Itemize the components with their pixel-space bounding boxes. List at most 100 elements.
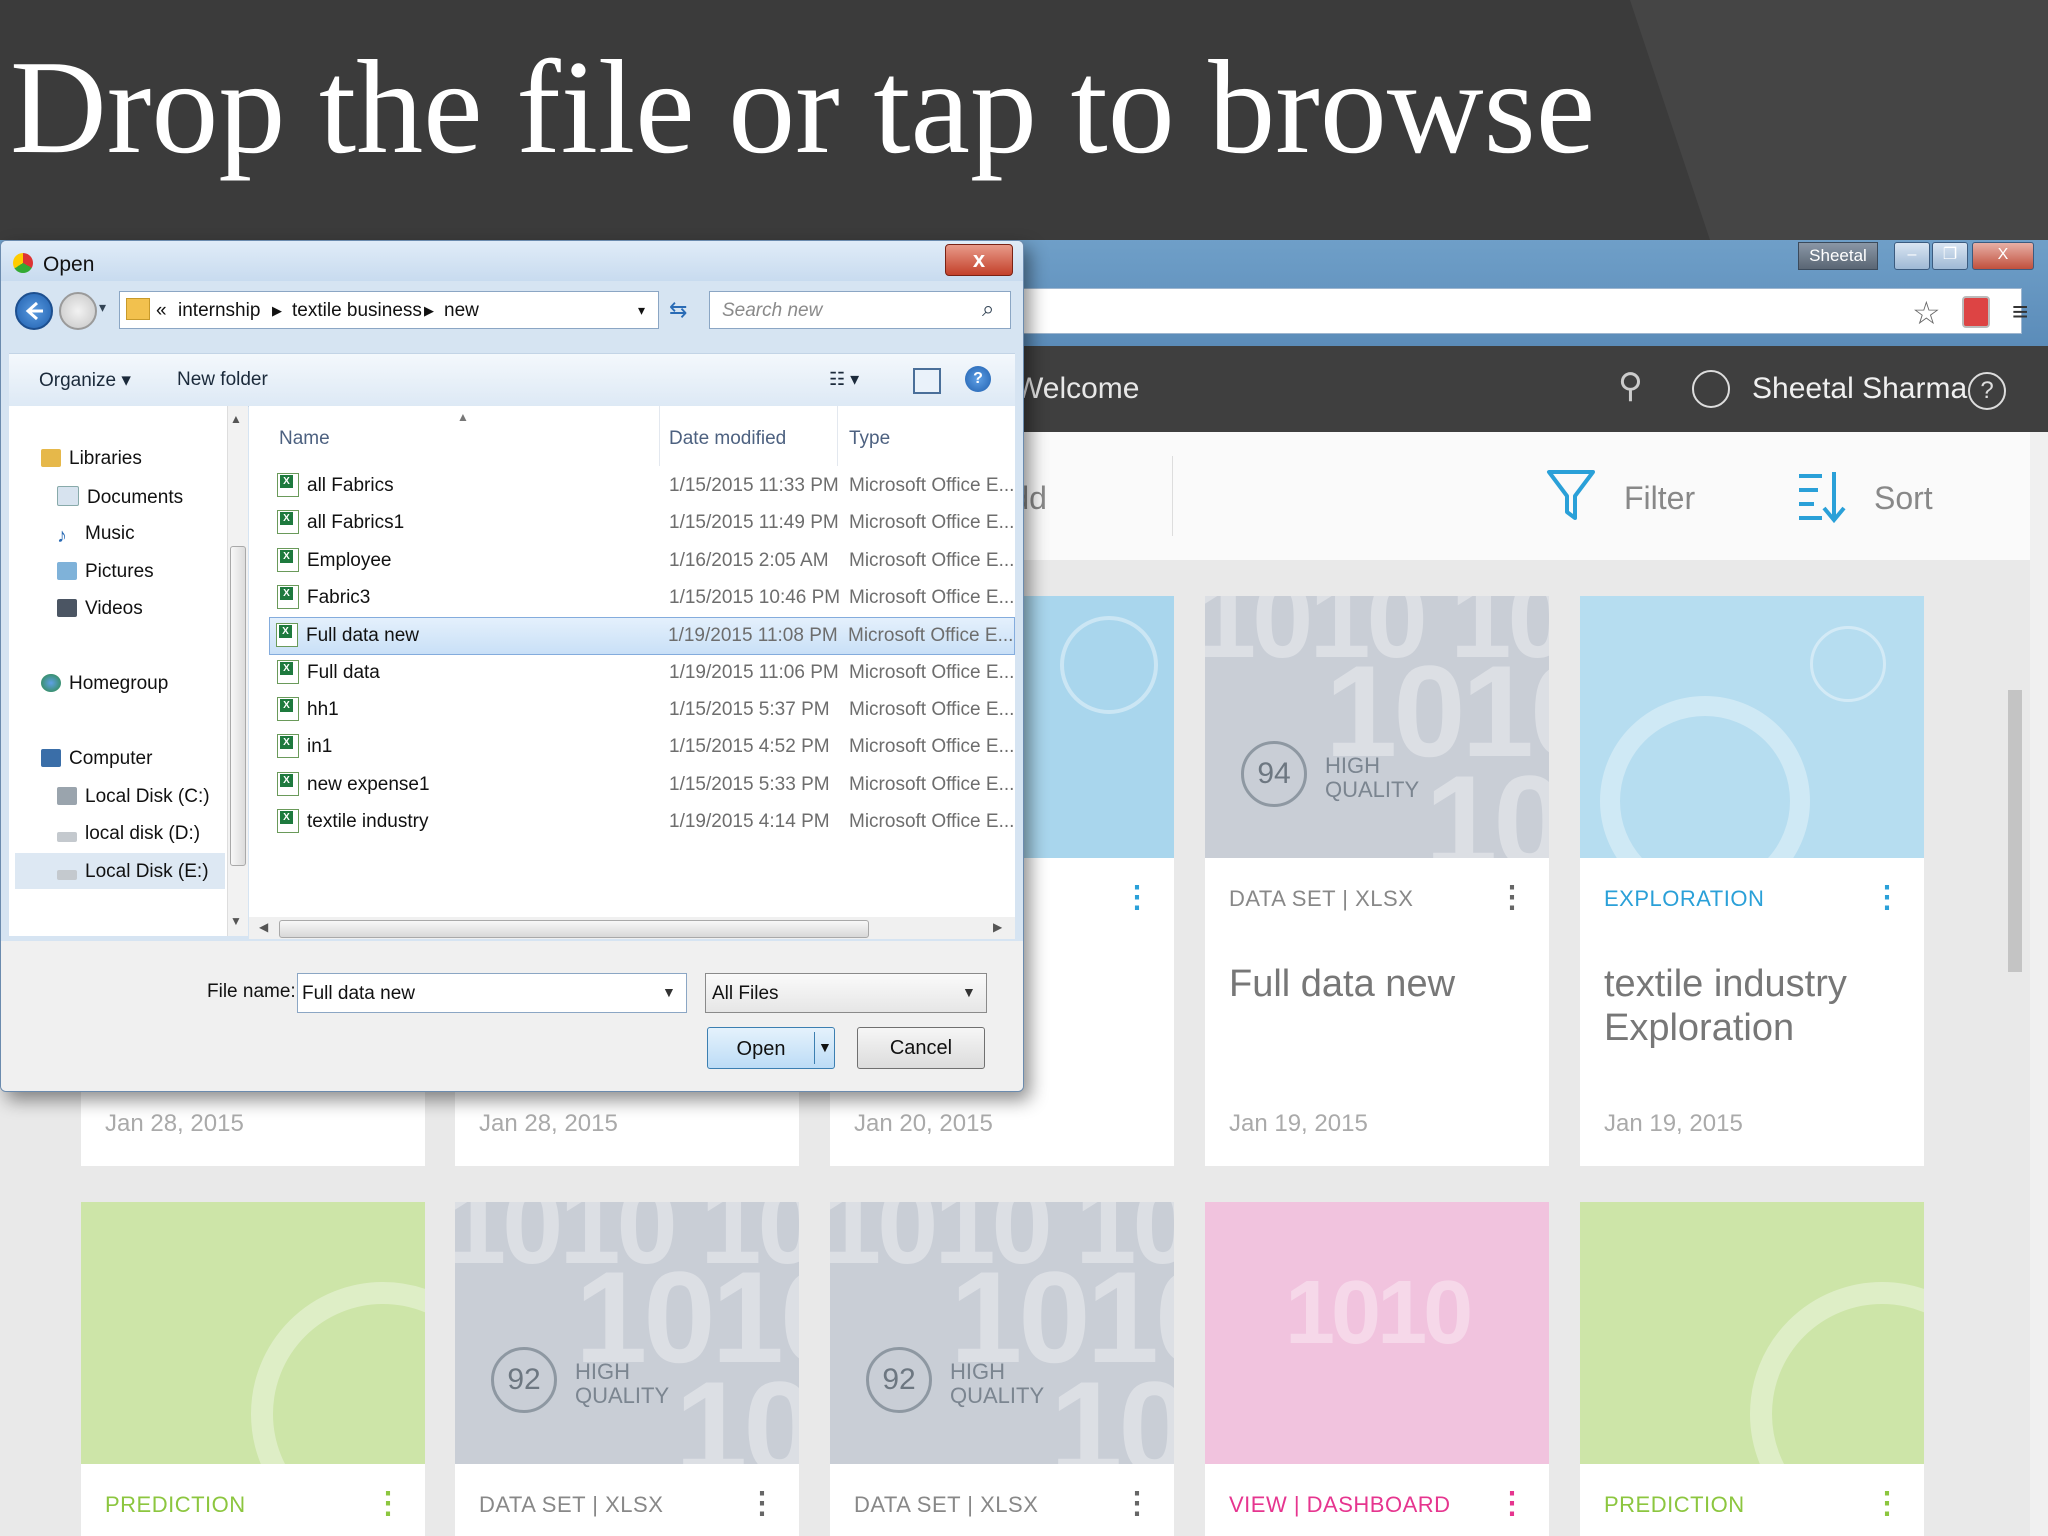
nav-item-pictures[interactable]: Pictures bbox=[57, 561, 154, 583]
organize-button[interactable]: Organize ▾ bbox=[39, 369, 131, 392]
nav-item-videos[interactable]: Videos bbox=[57, 598, 143, 620]
file-name-input[interactable]: Full data new ▼ bbox=[297, 973, 687, 1013]
page-scroll-thumb[interactable] bbox=[2008, 690, 2022, 972]
star-icon[interactable]: ☆ bbox=[1912, 294, 1941, 332]
column-header-date[interactable]: Date modified bbox=[669, 428, 786, 450]
refresh-icon[interactable]: ⇆ bbox=[669, 297, 687, 323]
file-type-select[interactable]: All Files ▼ bbox=[705, 973, 987, 1013]
help-icon[interactable]: ? bbox=[1968, 372, 2006, 410]
hscroll-thumb[interactable] bbox=[279, 920, 869, 938]
file-date: 1/15/2015 5:33 PM bbox=[669, 774, 830, 795]
menu-icon[interactable]: ≡ bbox=[2012, 296, 2028, 328]
file-row[interactable]: in1 1/15/2015 4:52 PM Microsoft Office E..… bbox=[271, 729, 1015, 765]
sort-button[interactable]: Sort bbox=[1874, 480, 1933, 517]
nav-item-drive-d[interactable]: local disk (D:) bbox=[57, 823, 200, 845]
card-item[interactable]: 1010 1010 1010 101 94 HIGH QUALITY DATA … bbox=[1205, 596, 1549, 1166]
history-dropdown-icon[interactable]: ▾ bbox=[99, 299, 106, 316]
minimize-button[interactable]: – bbox=[1894, 242, 1930, 270]
card-menu-icon[interactable]: ⋮ bbox=[1497, 880, 1527, 915]
view-options-icon[interactable]: ☷ ▾ bbox=[829, 369, 859, 390]
card-menu-icon[interactable]: ⋮ bbox=[1872, 880, 1902, 915]
nav-item-drive-c[interactable]: Local Disk (C:) bbox=[57, 786, 210, 808]
card-item[interactable]: 1010 1010 1010 101 92 HIGH QUALITY DATA … bbox=[830, 1202, 1174, 1536]
restore-button[interactable]: ❐ bbox=[1932, 242, 1968, 270]
card-item[interactable]: 1010 VIEW | DASHBOARD ⋮ bbox=[1205, 1202, 1549, 1536]
nav-item-music[interactable]: ♪ Music bbox=[57, 523, 135, 547]
card-item[interactable]: PREDICTION ⋮ bbox=[81, 1202, 425, 1536]
card-menu-icon[interactable]: ⋮ bbox=[1122, 880, 1152, 915]
breadcrumb-item[interactable]: new bbox=[444, 300, 479, 322]
card-item[interactable]: EXPLORATION ⋮ textile industry Explorati… bbox=[1580, 596, 1924, 1166]
card-menu-icon[interactable]: ⋮ bbox=[1497, 1486, 1527, 1521]
column-header-name[interactable]: Name bbox=[279, 428, 330, 450]
nav-item-drive-e[interactable]: Local Disk (E:) bbox=[15, 853, 225, 889]
card-menu-icon[interactable]: ⋮ bbox=[1122, 1486, 1152, 1521]
file-type-dropdown-icon[interactable]: ▼ bbox=[962, 984, 976, 1000]
file-row[interactable]: new expense1 1/15/2015 5:33 PM Microsoft O… bbox=[271, 767, 1015, 803]
breadcrumb-arrow-icon[interactable]: ▶ bbox=[272, 303, 282, 319]
browser-user-tag[interactable]: Sheetal bbox=[1798, 242, 1878, 270]
nav-item-computer[interactable]: Computer bbox=[41, 748, 152, 770]
card-date: Jan 19, 2015 bbox=[1604, 1110, 1743, 1137]
back-icon[interactable] bbox=[15, 292, 53, 330]
new-folder-button[interactable]: New folder bbox=[177, 369, 268, 391]
file-row[interactable]: all Fabrics 1/15/2015 11:33 PM Microsoft O… bbox=[271, 468, 1015, 504]
card-menu-icon[interactable]: ⋮ bbox=[747, 1486, 777, 1521]
nav-pane-scrollbar[interactable]: ▲ ▼ bbox=[227, 406, 248, 936]
open-button-label: Open bbox=[736, 1038, 786, 1060]
file-type: Microsoft Office E... bbox=[849, 811, 1015, 832]
excel-file-icon bbox=[277, 697, 299, 721]
breadcrumb-arrow-icon[interactable]: ▶ bbox=[424, 303, 434, 319]
search-icon[interactable]: ⌕ bbox=[982, 296, 994, 322]
dialog-close-button[interactable]: x bbox=[945, 244, 1013, 276]
file-type: Microsoft Office E... bbox=[849, 662, 1015, 683]
file-list: Name ▲ Date modified Type all Fabrics 1/1… bbox=[249, 406, 1015, 936]
open-dropdown-icon[interactable]: ▼ bbox=[818, 1039, 832, 1055]
card-menu-icon[interactable]: ⋮ bbox=[1872, 1486, 1902, 1521]
file-row[interactable]: all Fabrics1 1/15/2015 11:49 PM Microsoft … bbox=[271, 505, 1015, 541]
user-avatar-icon[interactable] bbox=[1692, 370, 1730, 408]
nav-item-homegroup[interactable]: Homegroup bbox=[41, 673, 168, 695]
homegroup-icon bbox=[41, 674, 61, 692]
nav-item-documents[interactable]: Documents bbox=[57, 486, 183, 509]
card-menu-icon[interactable]: ⋮ bbox=[373, 1486, 403, 1521]
documents-icon bbox=[57, 486, 79, 506]
file-row[interactable]: Full data 1/19/2015 11:06 PM Microsoft Off… bbox=[271, 655, 1015, 691]
file-row[interactable]: Fabric3 1/15/2015 10:46 PM Microsoft Offic… bbox=[271, 580, 1015, 616]
filter-icon[interactable] bbox=[1546, 468, 1596, 524]
extension-icon[interactable] bbox=[1962, 296, 1990, 328]
file-name-dropdown-icon[interactable]: ▼ bbox=[662, 984, 676, 1000]
sort-icon[interactable] bbox=[1796, 468, 1846, 524]
preview-pane-icon[interactable] bbox=[913, 368, 941, 394]
file-row-selected[interactable]: Full data new 1/19/2015 11:08 PM Microsoft… bbox=[269, 617, 1015, 655]
breadcrumb-item[interactable]: internship bbox=[178, 300, 260, 322]
file-row[interactable]: Employee 1/16/2015 2:05 AM Microsoft Offic… bbox=[271, 543, 1015, 579]
search-input[interactable]: Search new ⌕ bbox=[709, 291, 1011, 329]
help-icon[interactable]: ? bbox=[965, 366, 991, 392]
libraries-icon bbox=[41, 449, 61, 467]
quality-label: HIGH QUALITY bbox=[575, 1359, 670, 1408]
dialog-titlebar[interactable]: Open x bbox=[1, 241, 1023, 281]
breadcrumb-item[interactable]: textile business bbox=[292, 300, 422, 322]
folder-icon bbox=[126, 298, 150, 320]
file-row[interactable]: textile industry 1/19/2015 4:14 PM Microso… bbox=[271, 804, 1015, 840]
breadcrumb-prefix[interactable]: « bbox=[156, 300, 167, 322]
user-name[interactable]: Sheetal Sharma bbox=[1752, 372, 1967, 406]
page-scrollbar[interactable] bbox=[2030, 432, 2048, 1536]
excel-file-icon bbox=[277, 585, 299, 609]
card-item[interactable]: 1010 1010 1010 101 92 HIGH QUALITY DATA … bbox=[455, 1202, 799, 1536]
browser-close-button[interactable]: X bbox=[1972, 242, 2034, 270]
nav-item-libraries[interactable]: Libraries bbox=[41, 448, 142, 470]
card-item[interactable]: PREDICTION ⋮ bbox=[1580, 1202, 1924, 1536]
forward-icon[interactable] bbox=[59, 292, 97, 330]
open-button[interactable]: Open ▼ bbox=[707, 1027, 835, 1069]
file-list-hscrollbar[interactable]: ◀ ▶ bbox=[249, 917, 1015, 939]
breadcrumb[interactable]: « internship ▶ textile business ▶ new ▾ bbox=[119, 291, 659, 329]
breadcrumb-dropdown-icon[interactable]: ▾ bbox=[638, 302, 645, 319]
file-row[interactable]: hh1 1/15/2015 5:37 PM Microsoft Office E..… bbox=[271, 692, 1015, 728]
cancel-button[interactable]: Cancel bbox=[857, 1027, 985, 1069]
pin-icon[interactable]: ⚲ bbox=[1618, 366, 1643, 406]
column-header-type[interactable]: Type bbox=[849, 428, 890, 450]
address-bar[interactable] bbox=[1020, 288, 2022, 334]
filter-button[interactable]: Filter bbox=[1624, 480, 1695, 517]
